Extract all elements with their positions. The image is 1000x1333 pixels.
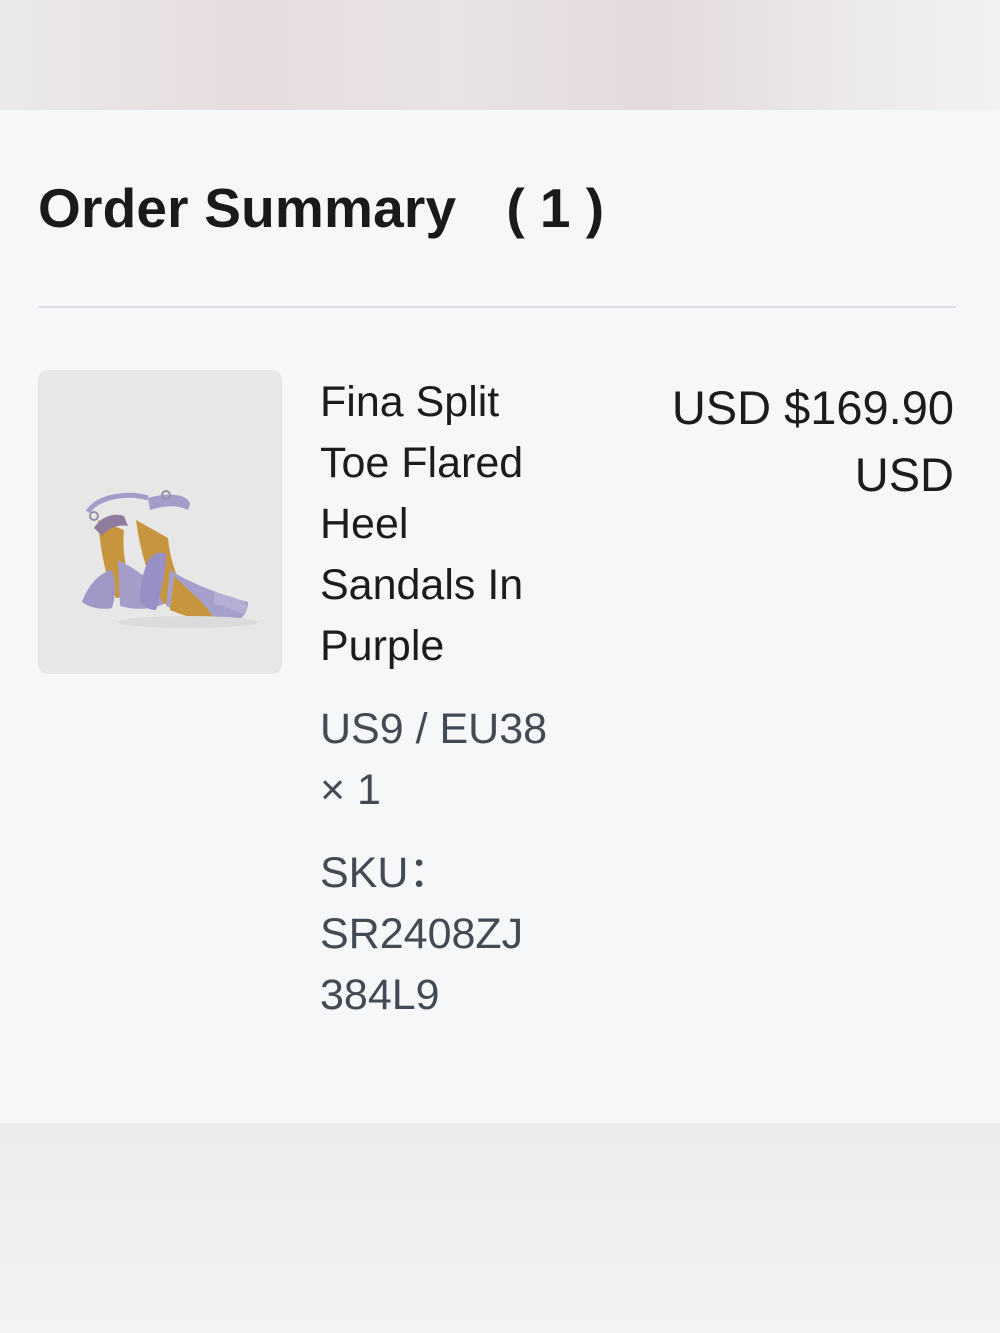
product-image[interactable] xyxy=(38,370,282,674)
product-details: Fina Split Toe Flared Heel Sandals In Pu… xyxy=(320,372,560,1026)
product-name[interactable]: Fina Split Toe Flared Heel Sandals In Pu… xyxy=(320,372,560,677)
background-bottom xyxy=(0,1123,1000,1333)
background-top xyxy=(0,0,1000,110)
order-summary-title: Order Summary xyxy=(38,177,457,239)
order-summary-header: Order Summary ( 1 ) xyxy=(38,176,604,240)
product-variant: US9 / EU38 × 1 xyxy=(320,699,560,821)
order-summary-card: Order Summary ( 1 ) Fina Split Toe Flare… xyxy=(0,110,1000,1123)
product-quantity: × 1 xyxy=(320,766,381,814)
product-price: USD $169.90 USD xyxy=(671,381,954,501)
sandal-icon xyxy=(82,490,258,628)
product-size: US9 / EU38 xyxy=(320,705,548,753)
divider xyxy=(38,306,956,308)
order-item-count: ( 1 ) xyxy=(506,177,605,239)
product-sku: SKU： SR2408ZJ 384L9 xyxy=(320,849,524,1019)
